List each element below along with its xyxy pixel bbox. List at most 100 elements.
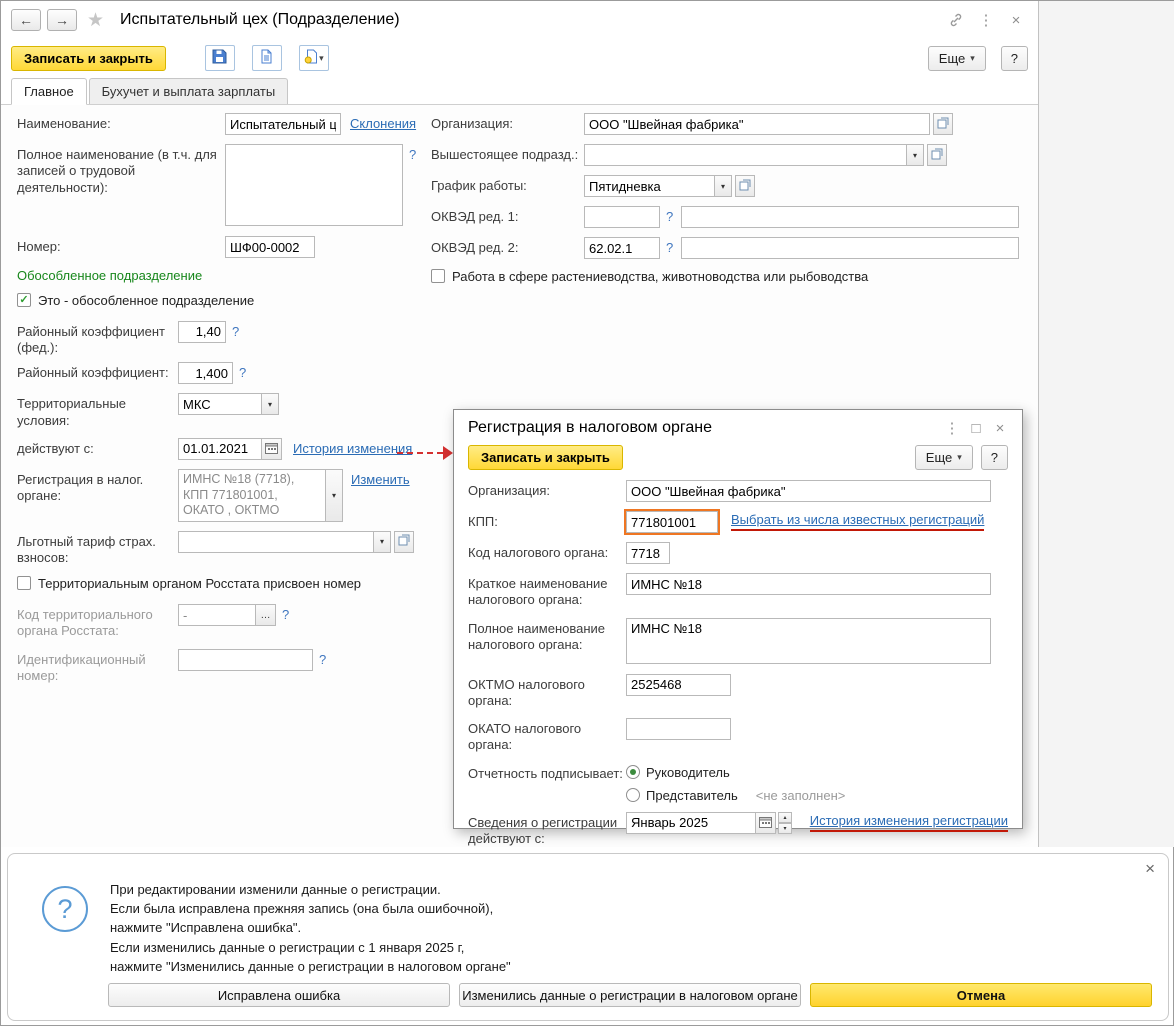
fixed-error-button[interactable]: Исправлена ошибка [108, 983, 450, 1007]
change-registration-link[interactable]: Изменить [351, 472, 410, 487]
dialog-kpp-row: КПП: Выбрать из числа известных регистра… [468, 509, 1008, 535]
organization-open-button[interactable] [933, 113, 953, 135]
dialog-full-name-row: Полное наименование налогового органа: И… [468, 617, 1008, 664]
spin-down-button[interactable]: ▾ [778, 822, 792, 834]
spin-up-button[interactable]: ▴ [778, 811, 792, 823]
window-menu-dots-icon[interactable]: ⋮ [974, 11, 998, 29]
organization-input[interactable] [584, 113, 930, 135]
dialog-oktmo-input[interactable] [626, 673, 731, 696]
tab-accounting-payroll[interactable]: Бухучет и выплата зарплаты [88, 78, 289, 104]
dialog-short-name-input[interactable] [626, 573, 991, 595]
copy-link-icon[interactable] [944, 12, 968, 28]
parent-department-row: Вышестоящее подразд.: ▾ [431, 144, 1031, 166]
dialog-body: Организация: КПП: Выбрать из числа извес… [454, 478, 1022, 849]
more-button[interactable]: Еще ▾ [927, 45, 986, 71]
notification-close-icon[interactable]: × [1145, 860, 1155, 877]
full-name-textarea[interactable] [225, 144, 403, 226]
okved2-hint-icon[interactable]: ? [666, 237, 673, 255]
dialog-full-name-textarea[interactable]: ИМНС №18 [626, 617, 991, 664]
id-number-input[interactable] [178, 648, 313, 671]
dialog-reg-from-label: Сведения о регистрации действуют с: [468, 814, 618, 846]
signer-rep-radio[interactable] [626, 787, 640, 802]
okved1-name-input[interactable] [681, 206, 1020, 228]
rosstat-code-input[interactable] [178, 604, 256, 627]
dialog-kpp-input[interactable] [624, 509, 720, 535]
work-schedule-dropdown-button[interactable]: ▾ [715, 175, 732, 197]
valid-from-input[interactable] [178, 437, 262, 460]
dialog-maximize-icon[interactable]: □ [964, 420, 988, 437]
dialog-more-button-label: Еще [925, 450, 953, 465]
work-schedule-open-button[interactable] [735, 175, 755, 197]
history-change-link[interactable]: История изменения [293, 441, 412, 456]
district-coef-fed-hint-icon[interactable]: ? [232, 321, 239, 339]
rosstat-code-hint-icon[interactable]: ? [282, 604, 289, 622]
tax-registration-value[interactable]: ИМНС №18 (7718), КПП 771801001, ОКАТО , … [178, 468, 326, 522]
separate-division-checkbox-row: ✓ Это - обособленное подразделение [17, 292, 437, 310]
select-known-registrations-link[interactable]: Выбрать из числа известных регистраций [731, 512, 984, 527]
dialog-kpp-label: КПП: [468, 514, 498, 529]
signer-head-radio[interactable] [626, 764, 640, 779]
save-close-button[interactable]: Записать и закрыть [11, 45, 166, 71]
desktop-background [1038, 1, 1174, 847]
okved1-hint-icon[interactable]: ? [666, 206, 673, 224]
data-changed-button[interactable]: Изменились данные о регистрации в налого… [459, 983, 801, 1007]
territorial-conditions-dropdown-button[interactable]: ▾ [262, 393, 279, 416]
save-button[interactable] [204, 45, 235, 71]
valid-from-row: действуют с: История изменения [17, 437, 437, 460]
district-coef-hint-icon[interactable]: ? [239, 362, 246, 380]
rosstat-code-label: Код территориального органа Росстата: [17, 607, 153, 639]
okved2-name-input[interactable] [681, 237, 1020, 259]
parent-department-open-button[interactable] [927, 144, 947, 166]
dialog-okato-input[interactable] [626, 718, 731, 740]
rosstat-number-checkbox[interactable] [17, 576, 31, 591]
tax-registration-dropdown-button[interactable]: ▾ [326, 468, 343, 522]
id-number-hint-icon[interactable]: ? [319, 649, 326, 667]
rosstat-code-ellipsis-button[interactable]: … [256, 604, 276, 627]
dialog-save-close-button[interactable]: Записать и закрыть [468, 445, 623, 470]
dialog-reg-from-input[interactable] [626, 811, 756, 834]
ellipsis-icon: … [260, 609, 271, 621]
okved2-row: ОКВЭД ред. 2: ? [431, 237, 1031, 259]
name-input[interactable] [225, 113, 341, 135]
help-button[interactable]: ? [1000, 45, 1028, 71]
dialog-menu-dots-icon[interactable]: ⋮ [940, 419, 964, 437]
agro-checkbox-row: Работа в сфере растениеводства, животнов… [431, 268, 1031, 286]
territorial-conditions-input[interactable] [178, 393, 262, 416]
tab-main[interactable]: Главное [11, 78, 87, 109]
window-close-icon[interactable]: × [1004, 12, 1028, 29]
favorite-star-icon[interactable]: ★ [87, 9, 104, 32]
district-coef-input[interactable] [178, 362, 233, 385]
parent-department-dropdown-button[interactable]: ▾ [907, 144, 924, 166]
agro-checkbox[interactable] [431, 269, 445, 283]
valid-from-calendar-button[interactable] [262, 437, 282, 460]
number-input[interactable] [225, 236, 315, 258]
registration-history-link[interactable]: История изменения регистрации [810, 813, 1008, 828]
back-button[interactable]: ← [11, 9, 41, 31]
okved2-code-input[interactable] [584, 237, 660, 259]
dialog-reg-from-calendar-button[interactable] [756, 811, 776, 834]
open-icon [931, 148, 943, 163]
check-icon: ✓ [19, 293, 29, 306]
parent-department-input[interactable] [584, 144, 907, 166]
full-name-hint-icon[interactable]: ? [409, 144, 416, 162]
cancel-button[interactable]: Отмена [810, 983, 1152, 1007]
dialog-tax-code-label: Код налогового органа: [468, 545, 609, 560]
dialog-help-button[interactable]: ? [980, 445, 1008, 470]
okved1-code-input[interactable] [584, 206, 660, 228]
work-schedule-input[interactable] [584, 175, 715, 197]
privileged-tariff-open-button[interactable] [394, 530, 414, 553]
dialog-tax-code-input[interactable] [626, 542, 670, 564]
dialog-close-icon[interactable]: × [988, 420, 1012, 437]
forward-button[interactable]: → [47, 9, 77, 31]
annotation-arrow-line [397, 452, 443, 454]
attached-files-button[interactable] [251, 45, 282, 71]
district-coef-fed-input[interactable] [178, 320, 226, 343]
privileged-tariff-input[interactable] [178, 530, 374, 553]
separate-division-checkbox-label: Это - обособленное подразделение [38, 293, 255, 308]
declensions-link[interactable]: Склонения [350, 116, 416, 131]
separate-division-checkbox[interactable]: ✓ [17, 293, 31, 307]
privileged-tariff-dropdown-button[interactable]: ▾ [374, 530, 391, 553]
create-based-on-button[interactable]: ▾ [298, 45, 329, 71]
dialog-more-button[interactable]: Еще ▾ [914, 445, 973, 470]
dialog-organization-input[interactable] [626, 480, 991, 502]
